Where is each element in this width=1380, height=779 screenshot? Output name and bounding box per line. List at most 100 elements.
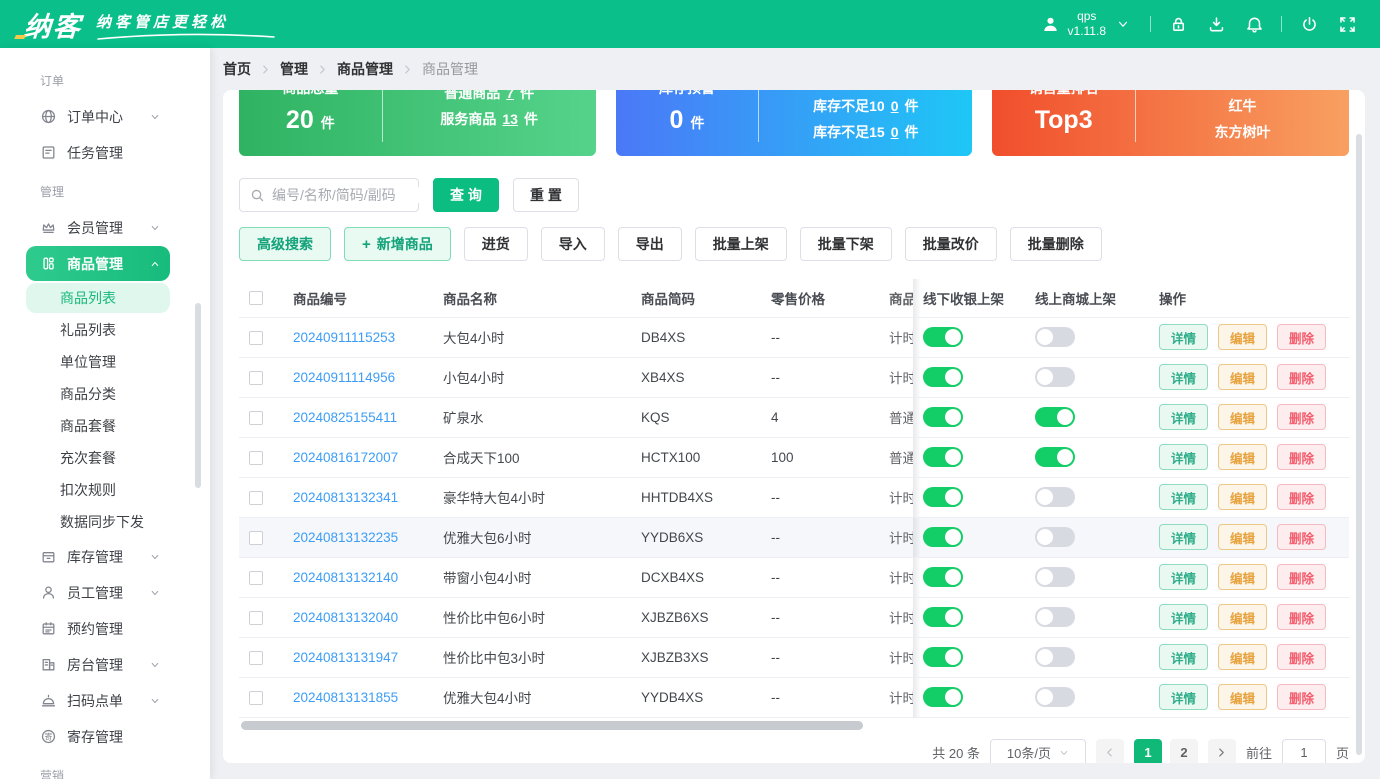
online-shelf-toggle[interactable] xyxy=(1035,407,1075,427)
product-code-link[interactable]: 20240813132140 xyxy=(293,570,398,585)
breadcrumb-item[interactable]: 管理 xyxy=(280,59,308,79)
product-code-link[interactable]: 20240813131855 xyxy=(293,690,398,705)
page-number-2[interactable]: 2 xyxy=(1169,738,1198,763)
offline-shelf-toggle[interactable] xyxy=(923,527,963,547)
sidebar-item-寄存管理[interactable]: 寄 寄存管理 xyxy=(26,719,170,754)
table-horizontal-scrollbar[interactable] xyxy=(241,720,863,730)
product-code-link[interactable]: 20240825155411 xyxy=(293,410,397,425)
批量下架-button[interactable]: 批量下架 xyxy=(799,227,892,261)
sidebar-scrollbar[interactable] xyxy=(195,303,201,488)
sidebar-item-任务管理[interactable]: 任务管理 xyxy=(26,135,170,170)
edit-button[interactable]: 编辑 xyxy=(1218,524,1268,550)
edit-button[interactable]: 编辑 xyxy=(1218,564,1268,590)
detail-button[interactable]: 详情 xyxy=(1159,684,1209,710)
fullscreen-icon[interactable] xyxy=(1336,13,1358,35)
lock-icon[interactable] xyxy=(1167,13,1189,35)
delete-button[interactable]: 删除 xyxy=(1277,604,1327,630)
detail-button[interactable]: 详情 xyxy=(1159,564,1209,590)
sidebar-subitem-充次套餐[interactable]: 充次套餐 xyxy=(26,443,170,473)
sidebar-item-商品管理[interactable]: 商品管理 xyxy=(26,246,170,281)
offline-shelf-toggle[interactable] xyxy=(923,327,963,347)
page-size-select[interactable]: 10条/页 xyxy=(989,738,1086,763)
delete-button[interactable]: 删除 xyxy=(1277,444,1327,470)
进货-button[interactable]: 进货 xyxy=(463,227,528,261)
stat-detail-value[interactable]: 7 xyxy=(506,90,514,101)
批量删除-button[interactable]: 批量删除 xyxy=(1009,227,1102,261)
breadcrumb-item[interactable]: 首页 xyxy=(223,59,251,79)
row-checkbox[interactable] xyxy=(249,490,263,505)
product-code-link[interactable]: 20240816172007 xyxy=(293,450,398,465)
delete-button[interactable]: 删除 xyxy=(1277,684,1327,710)
user-menu[interactable]: qps v1.11.8 xyxy=(1040,9,1134,39)
delete-button[interactable]: 删除 xyxy=(1277,564,1327,590)
download-icon[interactable] xyxy=(1205,13,1227,35)
offline-shelf-toggle[interactable] xyxy=(923,687,963,707)
delete-button[interactable]: 删除 xyxy=(1277,524,1327,550)
detail-button[interactable]: 详情 xyxy=(1159,644,1209,670)
导入-button[interactable]: 导入 xyxy=(540,227,605,261)
offline-shelf-toggle[interactable] xyxy=(923,367,963,387)
sidebar-item-员工管理[interactable]: 员工管理 xyxy=(26,575,170,610)
reset-button[interactable]: 重 置 xyxy=(513,178,579,212)
detail-button[interactable]: 详情 xyxy=(1159,444,1209,470)
row-checkbox[interactable] xyxy=(249,370,263,385)
delete-button[interactable]: 删除 xyxy=(1277,644,1327,670)
online-shelf-toggle[interactable] xyxy=(1035,687,1075,707)
detail-button[interactable]: 详情 xyxy=(1159,324,1209,350)
sidebar-item-会员管理[interactable]: 会员管理 xyxy=(26,210,170,245)
detail-button[interactable]: 详情 xyxy=(1159,524,1209,550)
row-checkbox[interactable] xyxy=(249,450,263,465)
offline-shelf-toggle[interactable] xyxy=(923,647,963,667)
delete-button[interactable]: 删除 xyxy=(1277,324,1327,350)
product-code-link[interactable]: 20240911115253 xyxy=(293,330,395,345)
detail-button[interactable]: 详情 xyxy=(1159,604,1209,630)
select-all-checkbox[interactable] xyxy=(249,291,263,306)
edit-button[interactable]: 编辑 xyxy=(1218,444,1268,470)
online-shelf-toggle[interactable] xyxy=(1035,607,1075,627)
online-shelf-toggle[interactable] xyxy=(1035,367,1075,387)
导出-button[interactable]: 导出 xyxy=(617,227,682,261)
row-checkbox[interactable] xyxy=(249,330,263,345)
row-checkbox[interactable] xyxy=(249,690,263,705)
detail-button[interactable]: 详情 xyxy=(1159,484,1209,510)
row-checkbox[interactable] xyxy=(249,410,263,425)
goto-page-input[interactable] xyxy=(1281,738,1326,763)
product-code-link[interactable]: 20240813132235 xyxy=(293,530,398,545)
sidebar-subitem-单位管理[interactable]: 单位管理 xyxy=(26,347,170,377)
online-shelf-toggle[interactable] xyxy=(1035,327,1075,347)
page-number-1[interactable]: 1 xyxy=(1133,738,1162,763)
sidebar-item-库存管理[interactable]: 库存管理 xyxy=(26,539,170,574)
sidebar-item-订单中心[interactable]: 订单中心 xyxy=(26,99,170,134)
edit-button[interactable]: 编辑 xyxy=(1218,644,1268,670)
row-checkbox[interactable] xyxy=(249,530,263,545)
panel-vertical-scrollbar[interactable] xyxy=(1356,134,1362,755)
detail-button[interactable]: 详情 xyxy=(1159,364,1209,390)
detail-button[interactable]: 详情 xyxy=(1159,404,1209,430)
stat-detail-value[interactable]: 0 xyxy=(891,98,899,114)
批量改价-button[interactable]: 批量改价 xyxy=(904,227,997,261)
sidebar-subitem-商品分类[interactable]: 商品分类 xyxy=(26,379,170,409)
offline-shelf-toggle[interactable] xyxy=(923,487,963,507)
sidebar-subitem-数据同步下发[interactable]: 数据同步下发 xyxy=(26,507,170,537)
delete-button[interactable]: 删除 xyxy=(1277,484,1327,510)
prev-page-button[interactable] xyxy=(1095,738,1124,763)
sidebar-item-扫码点单[interactable]: 扫码点单 xyxy=(26,683,170,718)
row-checkbox[interactable] xyxy=(249,570,263,585)
delete-button[interactable]: 删除 xyxy=(1277,364,1327,390)
stat-detail-value[interactable]: 0 xyxy=(891,124,899,140)
breadcrumb-item[interactable]: 商品管理 xyxy=(337,59,393,79)
power-icon[interactable] xyxy=(1298,13,1320,35)
query-button[interactable]: 查 询 xyxy=(433,178,499,212)
sidebar-item-预约管理[interactable]: 预约管理 xyxy=(26,611,170,646)
stat-detail-value[interactable]: 13 xyxy=(502,111,518,127)
edit-button[interactable]: 编辑 xyxy=(1218,364,1268,390)
online-shelf-toggle[interactable] xyxy=(1035,527,1075,547)
online-shelf-toggle[interactable] xyxy=(1035,647,1075,667)
sidebar-item-房台管理[interactable]: 房台管理 xyxy=(26,647,170,682)
edit-button[interactable]: 编辑 xyxy=(1218,684,1268,710)
offline-shelf-toggle[interactable] xyxy=(923,447,963,467)
edit-button[interactable]: 编辑 xyxy=(1218,324,1268,350)
online-shelf-toggle[interactable] xyxy=(1035,487,1075,507)
row-checkbox[interactable] xyxy=(249,650,263,665)
offline-shelf-toggle[interactable] xyxy=(923,407,963,427)
